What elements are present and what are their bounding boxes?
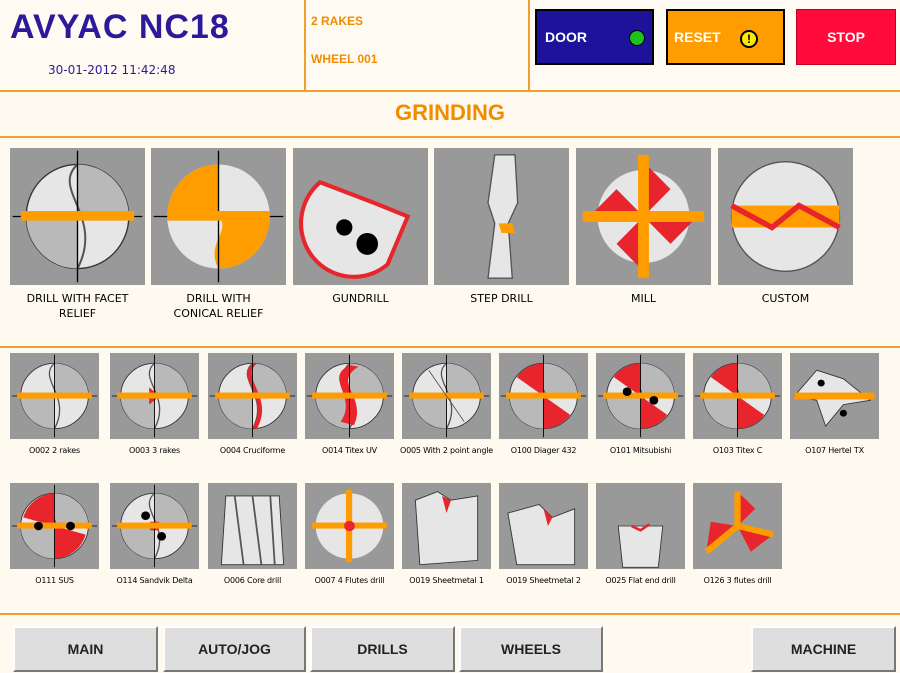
divider	[528, 0, 530, 90]
stop-button[interactable]: STOP	[796, 9, 896, 65]
tool-label: CUSTOM	[761, 292, 810, 305]
tool-label: O005 With 2 point angle	[400, 446, 493, 455]
tool-label: O003 3 rakes	[129, 446, 180, 455]
nav-autojog-button[interactable]: AUTO/JOG	[163, 626, 306, 672]
mill-icon[interactable]	[576, 148, 711, 285]
reset-label: RESET	[674, 29, 721, 45]
info-rakes: 2 RAKES	[311, 14, 364, 28]
door-button[interactable]: DOOR	[535, 9, 654, 65]
drill-red-dots-icon[interactable]	[596, 353, 685, 439]
gundrill-icon[interactable]	[293, 148, 428, 285]
divider	[304, 0, 306, 90]
divider	[0, 346, 900, 348]
tool-label: O007 4 Flutes drill	[314, 576, 385, 585]
tool-label: O002 2 rakes	[29, 446, 80, 455]
tool-label: O019 Sheetmetal 1	[409, 576, 484, 585]
drill-gray-red-icon[interactable]	[110, 353, 199, 439]
drill-facet-icon[interactable]	[10, 148, 145, 285]
tool-label: O114 Sandvik Delta	[116, 576, 193, 585]
tool-label: DRILL WITH FACET RELIEF	[26, 292, 129, 320]
tool-label: O014 Titex UV	[322, 446, 377, 455]
drill-sandvik-icon[interactable]	[110, 483, 199, 569]
nav-wheels-button[interactable]: WHEELS	[459, 626, 603, 672]
tool-label: O111 SUS	[35, 576, 74, 585]
drill-conical-icon[interactable]	[151, 148, 286, 285]
tool-label: O103 Titex C	[712, 446, 763, 455]
core-drill-icon[interactable]	[208, 483, 297, 569]
tool-label: O100 Diager 432	[510, 446, 577, 455]
tool-label: MILL	[631, 292, 656, 305]
door-status-icon	[629, 30, 645, 46]
stop-label: STOP	[827, 29, 865, 45]
step-drill-icon[interactable]	[434, 148, 569, 285]
nav-machine-button[interactable]: MACHINE	[751, 626, 896, 672]
tool-label: O004 Cruciforme	[219, 446, 286, 455]
divider	[0, 136, 900, 138]
nav-main-button[interactable]: MAIN	[13, 626, 158, 672]
tool-label: GUNDRILL	[332, 292, 389, 305]
tool-label: O126 3 flutes drill	[703, 576, 772, 585]
tool-label: O006 Core drill	[223, 576, 282, 585]
flat-end-icon[interactable]	[596, 483, 685, 569]
nav-drills-button[interactable]: DRILLS	[310, 626, 455, 672]
tool-label: DRILL WITH CONICAL RELIEF	[173, 292, 264, 320]
app-logo: AVYAC NC18	[10, 8, 230, 46]
tool-label: O107 Hertel TX	[805, 446, 864, 455]
divider	[0, 613, 900, 615]
info-wheel: WHEEL 001	[311, 52, 378, 66]
warning-icon: !	[740, 30, 758, 48]
header-bar: AVYAC NC18 30-01-2012 11:42:48 2 RAKES W…	[0, 0, 900, 92]
three-flute-icon[interactable]	[693, 483, 782, 569]
sheet1-icon[interactable]	[402, 483, 491, 569]
insert-icon[interactable]	[790, 353, 879, 439]
drill-red-s-icon[interactable]	[208, 353, 297, 439]
page-title: GRINDING	[395, 100, 505, 125]
drill-gray-icon[interactable]	[10, 353, 99, 439]
drill-red-wedges-icon[interactable]	[693, 353, 782, 439]
tool-label: STEP DRILL	[470, 292, 533, 305]
tool-label: O101 Mitsubishi	[609, 446, 672, 455]
door-label: DOOR	[545, 29, 587, 45]
reset-button[interactable]: RESET !	[666, 9, 785, 65]
tool-label: O019 Sheetmetal 2	[506, 576, 581, 585]
drill-red-dots2-icon[interactable]	[10, 483, 99, 569]
drill-red-big-icon[interactable]	[305, 353, 394, 439]
drill-gray-lines-icon[interactable]	[402, 353, 491, 439]
datetime: 30-01-2012 11:42:48	[48, 63, 176, 77]
drill-red-wedges-icon[interactable]	[499, 353, 588, 439]
sheet2-icon[interactable]	[499, 483, 588, 569]
tool-label: O025 Flat end drill	[605, 576, 676, 585]
custom-icon[interactable]	[718, 148, 853, 285]
drill-4flute-icon[interactable]	[305, 483, 394, 569]
